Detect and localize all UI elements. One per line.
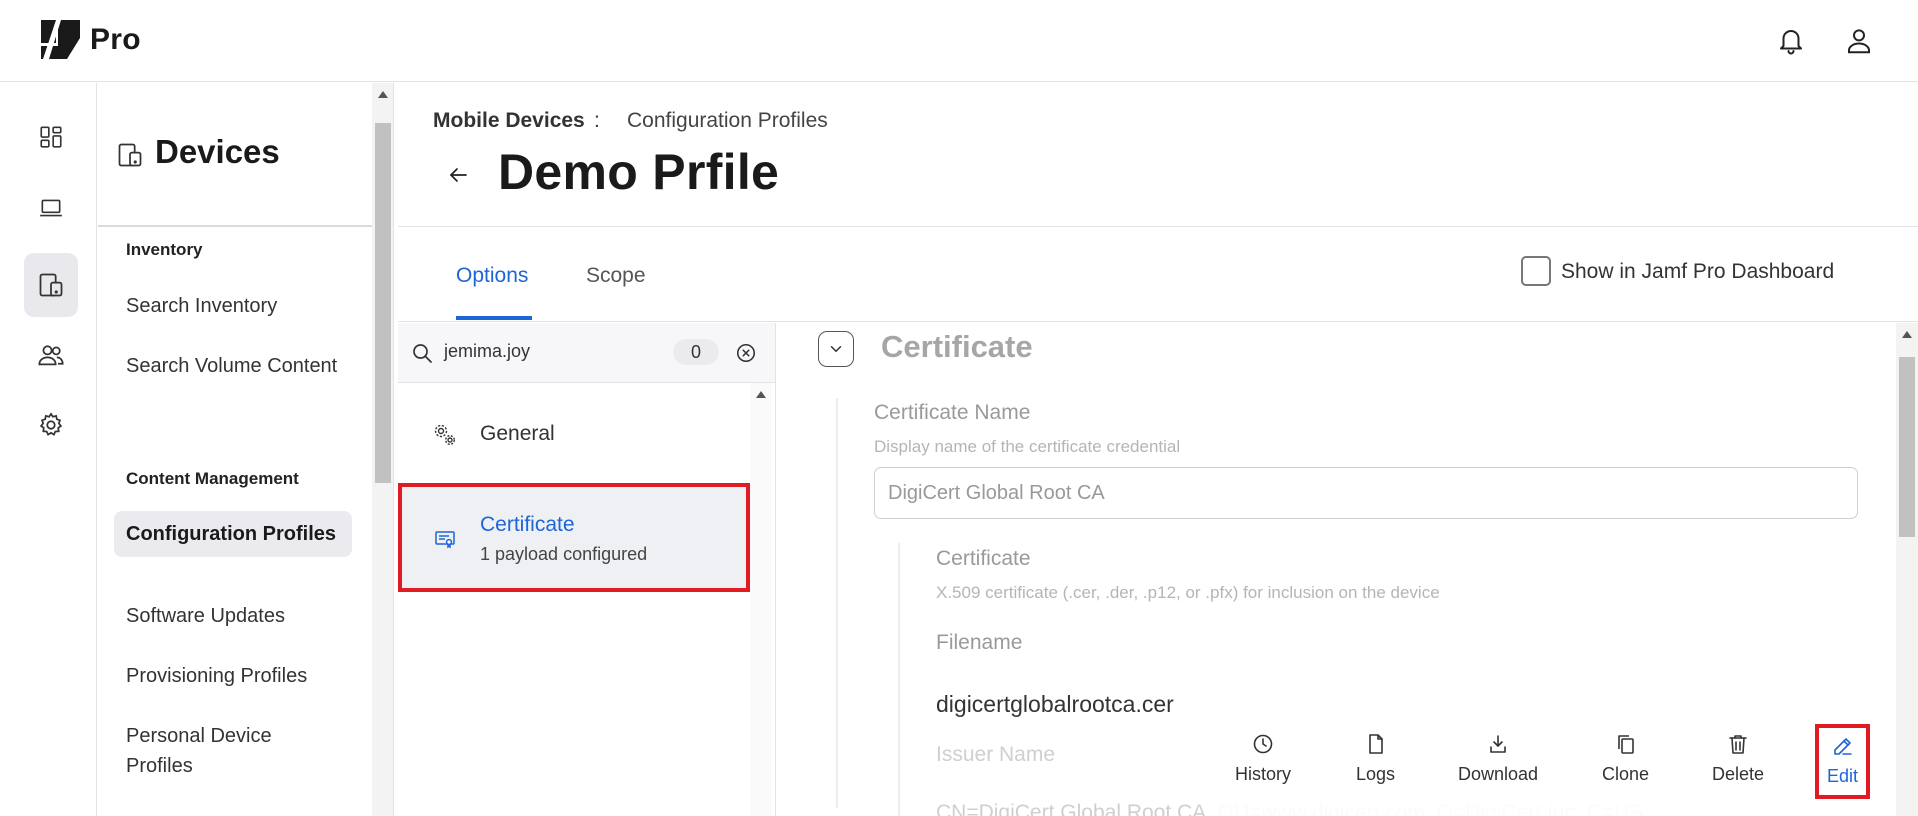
sidebar-item-personal-device-profiles[interactable]: Personal Device Profiles — [114, 713, 352, 789]
breadcrumb-mobile-devices[interactable]: Mobile Devices — [433, 109, 585, 133]
sidebar-header: Devices — [98, 83, 372, 227]
payload-item-general[interactable]: General — [398, 401, 750, 481]
rail-settings-button[interactable] — [24, 393, 78, 457]
page-header: Mobile Devices : Configuration Profiles … — [398, 83, 1918, 227]
download-icon — [1490, 735, 1506, 753]
logs-label: Logs — [1356, 764, 1396, 784]
active-tab-indicator — [456, 316, 532, 320]
sidebar-section-content-management: Content Management — [126, 469, 299, 488]
breadcrumb-separator: : — [594, 109, 600, 132]
sidebar-item-configuration-profiles[interactable]: Configuration Profiles — [114, 511, 352, 557]
trash-icon — [1729, 735, 1747, 754]
dashboard-icon — [40, 126, 62, 148]
payload-label-certificate: Certificate — [480, 513, 575, 536]
scroll-up-arrow-icon[interactable] — [1902, 331, 1912, 338]
devices-sidebar: Devices Inventory Search Inventory Searc… — [98, 83, 372, 816]
app-logo[interactable]: Pro — [41, 20, 141, 60]
scroll-up-arrow-icon[interactable] — [378, 91, 388, 98]
settings-icon — [39, 412, 63, 436]
certificate-name-field[interactable] — [874, 467, 1858, 519]
detail-scrollbar-thumb[interactable] — [1899, 357, 1915, 537]
tabs-bar: Options Scope Show in Jamf Pro Dashboard — [398, 228, 1918, 322]
certificate-icon — [435, 531, 455, 549]
collapse-section-button[interactable] — [818, 331, 854, 367]
edit-pencil-icon — [1833, 738, 1852, 755]
payload-list-panel: jemima.joy 0 General Certificate 1 paylo… — [398, 323, 776, 816]
edit-label: Edit — [1827, 766, 1859, 786]
rail-users-button[interactable] — [24, 323, 78, 387]
app-rail — [0, 83, 97, 816]
download-label: Download — [1458, 764, 1539, 784]
page-title: Demo Prfile — [498, 144, 780, 200]
user-account-icon[interactable] — [1844, 26, 1874, 56]
certificate-name-help: Display name of the certificate credenti… — [874, 437, 1181, 456]
edit-button[interactable]: Edit — [1815, 724, 1871, 799]
detail-scrollbar[interactable] — [1896, 323, 1918, 816]
certificate-help: X.509 certificate (.cer, .der, .p12, or … — [936, 583, 1440, 602]
mobile-devices-icon — [39, 273, 63, 297]
payload-label-general: General — [480, 422, 555, 445]
certificate-name-label: Certificate Name — [874, 401, 1031, 424]
history-label: History — [1235, 764, 1292, 784]
payload-search-input[interactable]: jemima.joy — [444, 341, 530, 362]
clone-button[interactable]: Clone — [1602, 732, 1649, 785]
sidebar-section-inventory: Inventory — [126, 240, 203, 259]
computer-icon — [40, 199, 62, 217]
sidebar-item-search-inventory[interactable]: Search Inventory — [114, 283, 352, 329]
rail-dashboard-button[interactable] — [24, 105, 78, 169]
document-icon — [1368, 734, 1383, 754]
notifications-bell-icon[interactable] — [1776, 26, 1806, 56]
download-button[interactable]: Download — [1458, 732, 1538, 785]
history-button[interactable]: History — [1235, 732, 1291, 785]
filename-label: Filename — [936, 631, 1023, 654]
sidebar-item-provisioning-profiles[interactable]: Provisioning Profiles — [114, 653, 352, 699]
history-clock-icon — [1253, 734, 1273, 754]
search-icon — [413, 344, 432, 363]
scroll-up-arrow-icon[interactable] — [756, 391, 766, 398]
action-bar: History Logs Download Clone Delete Edit — [1210, 718, 1896, 816]
section-divider — [836, 398, 838, 808]
sidebar-item-search-volume-content[interactable]: Search Volume Content — [114, 343, 352, 389]
logs-button[interactable]: Logs — [1356, 732, 1395, 785]
users-icon — [38, 345, 64, 366]
arrow-left-icon — [450, 168, 467, 182]
sidebar-scrollbar[interactable] — [372, 83, 394, 816]
sidebar-item-software-updates[interactable]: Software Updates — [114, 593, 352, 639]
chevron-down-icon — [830, 346, 842, 352]
sidebar-scrollbar-thumb[interactable] — [375, 123, 391, 483]
section-title: Certificate — [881, 329, 1033, 364]
breadcrumb-configuration-profiles[interactable]: Configuration Profiles — [627, 109, 828, 133]
payload-search[interactable]: jemima.joy 0 — [398, 323, 775, 383]
clone-label: Clone — [1602, 764, 1650, 784]
tab-scope[interactable]: Scope — [586, 264, 646, 288]
show-in-dashboard-checkbox[interactable] — [1521, 256, 1551, 286]
clear-search-icon[interactable] — [735, 342, 757, 364]
payload-list-scrollbar[interactable] — [750, 383, 772, 816]
back-button[interactable] — [438, 155, 478, 195]
rail-computers-button[interactable] — [24, 176, 78, 240]
top-bar: Pro — [0, 0, 1918, 82]
payload-status-certificate: 1 payload configured — [480, 544, 648, 564]
rail-mobile-devices-button[interactable] — [24, 253, 78, 317]
mobile-devices-icon — [118, 143, 142, 167]
app-name: Pro — [90, 23, 141, 56]
delete-label: Delete — [1712, 764, 1765, 784]
issuer-name-label: Issuer Name — [936, 743, 1056, 766]
sidebar-title: Devices — [155, 133, 280, 170]
delete-button[interactable]: Delete — [1712, 732, 1764, 785]
filename-value: digicertglobalrootca.cer — [936, 691, 1174, 717]
search-result-count: 0 — [673, 339, 719, 365]
clone-icon — [1617, 735, 1634, 754]
subsection-divider — [898, 543, 900, 816]
gears-icon — [434, 424, 456, 446]
tab-options[interactable]: Options — [456, 264, 528, 288]
jamf-logo-icon — [41, 20, 80, 59]
show-in-dashboard-label: Show in Jamf Pro Dashboard — [1561, 260, 1835, 283]
payload-item-certificate[interactable]: Certificate 1 payload configured — [398, 483, 750, 592]
certificate-label: Certificate — [936, 547, 1031, 570]
